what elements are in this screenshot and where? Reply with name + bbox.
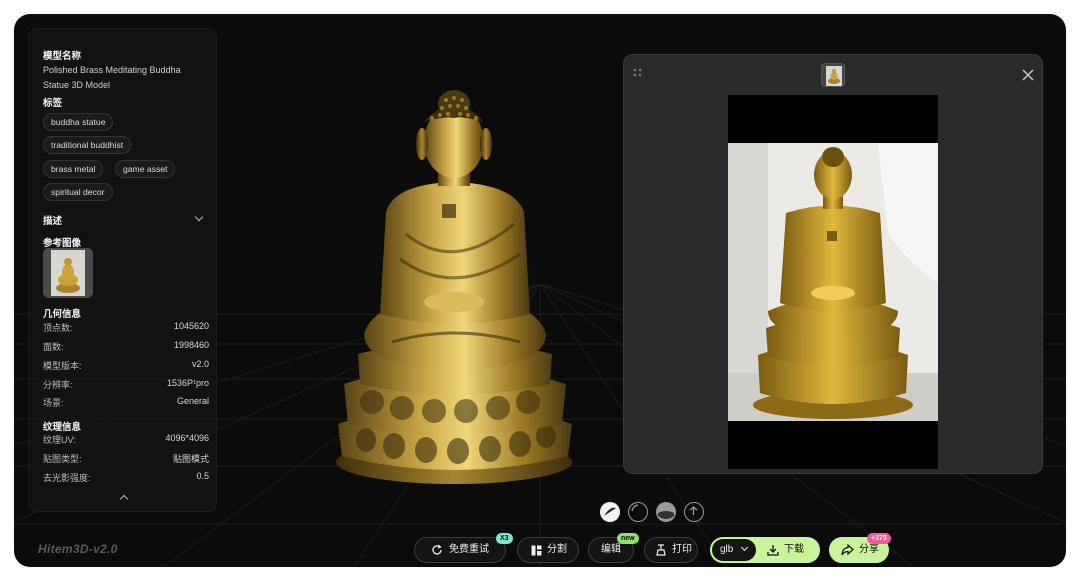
chevron-up-icon[interactable]	[119, 494, 129, 504]
render-mode-wireframe-icon[interactable]	[684, 502, 704, 522]
tag-chip[interactable]: brass metal	[43, 160, 104, 178]
chevron-down-icon[interactable]	[194, 212, 204, 222]
free-retry-button[interactable]: 免费重试	[414, 537, 506, 563]
share-reward-badge: +375	[867, 533, 891, 544]
render-mode-material-icon[interactable]	[656, 502, 676, 522]
geometry-row: 场景: General	[43, 396, 209, 408]
model-name: Polished Brass Meditating Buddha Statue …	[43, 65, 181, 90]
reference-photo-frame	[728, 95, 938, 469]
texture-row: 贴图类型: 贴图模式	[43, 454, 209, 464]
description-heading: 描述	[43, 216, 63, 227]
texture-heading: 纹理信息	[43, 422, 82, 433]
model-viewport-buddha-statue[interactable]	[314, 84, 574, 494]
reference-thumbnail-tab[interactable]	[821, 63, 845, 87]
model-info-panel: 模型名称 Polished Brass Meditating Buddha St…	[28, 28, 217, 512]
refresh-icon	[432, 544, 442, 555]
chevron-down-icon	[740, 543, 749, 552]
format-select[interactable]: glb	[712, 539, 756, 561]
render-mode-clay-icon[interactable]	[628, 502, 648, 522]
geometry-row: 面数: 1998460	[43, 340, 209, 352]
version-watermark: Hitem3D-v2.0	[38, 542, 118, 556]
format-value: glb	[720, 544, 734, 555]
buddha-thumbnail-image	[43, 248, 93, 298]
tag-chip[interactable]: traditional buddhist	[43, 136, 132, 154]
drag-handle-icon[interactable]	[632, 67, 644, 79]
geometry-row: 分辨率: 1536P¹pro	[43, 378, 209, 390]
buddha-photo-image	[728, 143, 938, 421]
geometry-row: 模型版本: v2.0	[43, 359, 209, 371]
download-button[interactable]: 下载	[757, 538, 819, 562]
retry-count-badge: X3	[496, 533, 513, 544]
texture-row: 纹理UV: 4096*4096	[43, 433, 209, 445]
app-frame: 模型名称 Polished Brass Meditating Buddha St…	[14, 14, 1066, 567]
reference-image-viewer	[623, 54, 1043, 474]
texture-row: 去光影强度: 0.5	[43, 471, 209, 483]
download-icon	[767, 545, 779, 556]
print-icon	[656, 544, 666, 556]
reference-image-thumbnail[interactable]	[43, 248, 93, 298]
edit-new-badge: new	[617, 533, 639, 544]
split-icon	[531, 545, 542, 556]
tags-heading: 标签	[43, 98, 63, 109]
share-icon	[841, 544, 854, 556]
reference-photo	[728, 143, 938, 421]
buddha-mini-image	[826, 66, 842, 86]
geometry-heading: 几何信息	[43, 309, 82, 320]
render-mode-textured-icon[interactable]	[600, 502, 620, 522]
tag-chip[interactable]: buddha statue	[43, 113, 114, 131]
tag-chip[interactable]: game asset	[115, 160, 176, 178]
model-name-heading: 模型名称	[43, 51, 82, 62]
split-button[interactable]: 分割	[517, 537, 579, 563]
print-button[interactable]: 打印	[644, 537, 698, 563]
reference-image-heading: 参考图像	[43, 238, 82, 249]
tag-chip[interactable]: spiritual decor	[43, 183, 113, 201]
geometry-row: 顶点数: 1045620	[43, 321, 209, 333]
close-icon[interactable]	[1022, 69, 1034, 81]
download-group: glb 下载	[710, 537, 820, 563]
